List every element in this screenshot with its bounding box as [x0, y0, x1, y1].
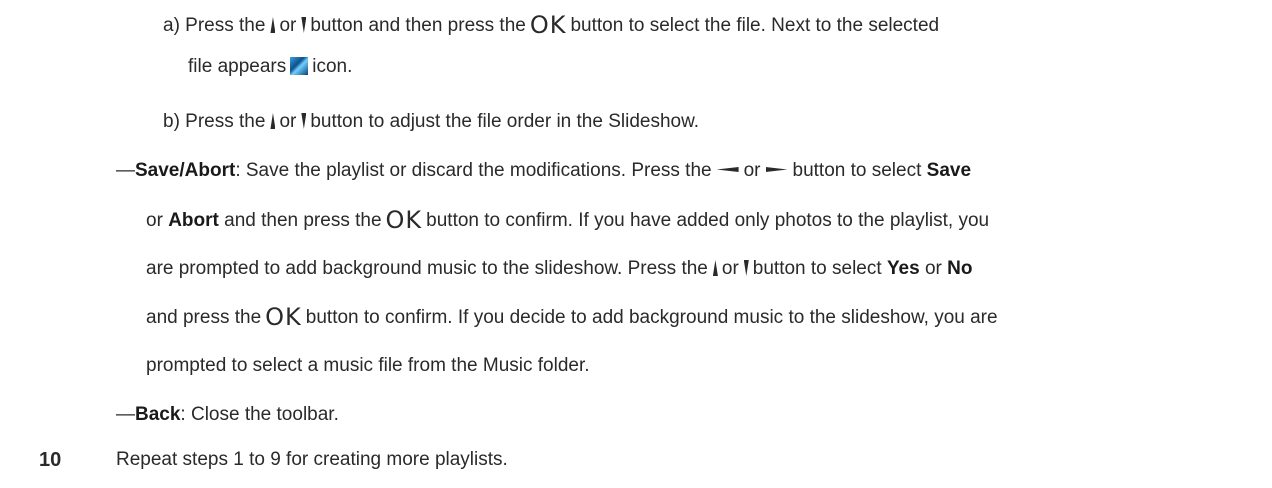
- left-button-icon: [716, 167, 739, 172]
- text: file appears: [188, 56, 287, 77]
- dash: —: [116, 404, 135, 425]
- up-button-icon: [270, 17, 276, 33]
- term-no: No: [947, 258, 973, 279]
- up-button-icon: [712, 260, 718, 276]
- save-abort-line-3: are prompted to add background music to …: [146, 257, 973, 281]
- term-save-abort: Save/Abort: [135, 160, 236, 181]
- text: or: [279, 111, 297, 132]
- step-text: Repeat steps 1 to 9 for creating more pl…: [116, 449, 508, 470]
- text: or: [279, 15, 297, 36]
- selected-file-icon: [290, 57, 309, 75]
- text: or: [924, 258, 942, 279]
- text: or: [743, 160, 761, 181]
- text: a) Press the: [163, 15, 266, 36]
- term-yes: Yes: [886, 258, 920, 279]
- manual-page: a) Press the or button and then press the O…: [0, 0, 1272, 488]
- item-a-line-1: a) Press the or button and then press the O…: [163, 13, 939, 38]
- text: and press the: [146, 307, 262, 328]
- down-button-icon: [743, 260, 749, 276]
- up-button-icon: [270, 113, 276, 129]
- text: button to select: [752, 258, 882, 279]
- save-abort-line-4: and press the OK button to confirm. If you…: [146, 305, 998, 330]
- save-abort-line-5: prompted to select a music file from the…: [146, 354, 590, 378]
- right-button-icon: [765, 167, 788, 172]
- item-a-line-2: file appears icon.: [188, 55, 352, 79]
- text: or: [146, 210, 163, 231]
- item-b-line: b) Press the or button to adjust the file …: [163, 110, 699, 134]
- text: icon.: [312, 56, 353, 77]
- term-save: Save: [926, 160, 972, 181]
- text: button to confirm. If you decide to add …: [305, 307, 998, 328]
- save-abort-line-2: or Abort and then press the OK button to c…: [146, 208, 989, 233]
- text: and then press the: [224, 210, 382, 231]
- down-button-icon: [301, 113, 307, 129]
- term-back: Back: [135, 404, 181, 425]
- step-number: 10: [39, 449, 62, 471]
- term-abort: Abort: [168, 210, 219, 231]
- text: : Save the playlist or discard the modif…: [235, 160, 712, 181]
- text: prompted to select a music file from the…: [146, 355, 590, 376]
- text: b) Press the: [163, 111, 266, 132]
- ok-button-icon: OK: [265, 303, 302, 331]
- text: button to select the file. Next to the s…: [570, 15, 940, 36]
- text: or: [721, 258, 739, 279]
- text: button and then press the: [310, 15, 526, 36]
- back-line: —Back: Close the toolbar.: [116, 403, 339, 427]
- text: button to confirm. If you have added onl…: [426, 210, 990, 231]
- dash: —: [116, 160, 135, 181]
- text: : Close the toolbar.: [180, 404, 339, 425]
- ok-button-icon: OK: [385, 206, 423, 234]
- text: button to select: [792, 160, 922, 181]
- down-button-icon: [301, 17, 307, 33]
- text: are prompted to add background music to …: [146, 258, 708, 279]
- ok-button-icon: OK: [529, 11, 567, 39]
- save-abort-line-1: —Save/Abort: Save the playlist or discar…: [116, 159, 971, 183]
- text: button to adjust the file order in the S…: [310, 111, 700, 132]
